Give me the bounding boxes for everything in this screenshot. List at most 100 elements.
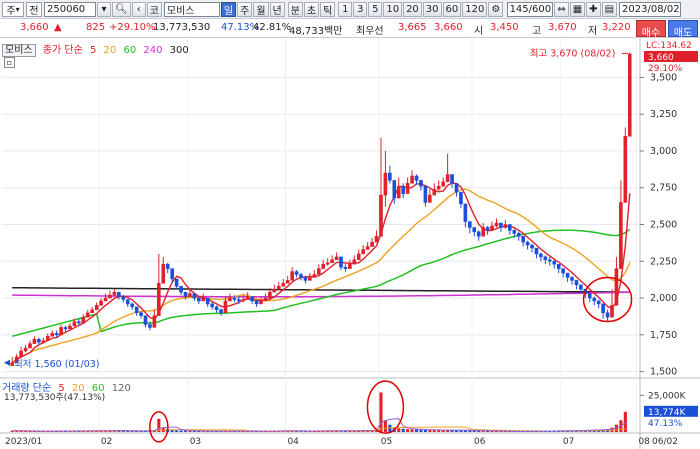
candle-body: [241, 299, 246, 302]
volume-bar: [463, 430, 467, 432]
volume-value-text: 13,773,530주(47.13%): [4, 393, 106, 403]
candle-body: [512, 230, 517, 234]
candle-body: [441, 181, 445, 187]
jeon-select[interactable]: 전: [26, 1, 42, 17]
best-quote-label: 최우선: [356, 26, 384, 37]
high-label: 고: [532, 26, 542, 37]
gear-icon: ⚙: [491, 3, 501, 15]
candle-body: [374, 236, 379, 243]
candle-body: [19, 350, 23, 358]
candle-body: [72, 321, 77, 327]
tab-second[interactable]: 초: [303, 1, 320, 17]
nav-prev-button[interactable]: ‹: [131, 1, 146, 17]
market-select-label: 주: [6, 5, 16, 17]
candle-body: [130, 303, 134, 308]
month-label: 08: [638, 437, 650, 447]
legend-ma-label: 종가 단순: [42, 45, 83, 56]
date-input[interactable]: 2023/08/02: [619, 1, 682, 17]
candle-body: [85, 312, 90, 318]
candle-body: [272, 288, 277, 293]
search-button[interactable]: 🔍︎: [112, 1, 131, 17]
amount-value: 48,733백만: [289, 26, 343, 37]
turnover-value: 42.81%: [253, 22, 292, 33]
code-value: 250060: [47, 3, 86, 15]
volume-bar: [401, 428, 405, 432]
stock-name-input[interactable]: 모비스: [163, 1, 220, 17]
legend-ma240: 240: [143, 45, 163, 56]
chart-legend: 모비스 종가 단순 5 20 60 240 300: [2, 41, 193, 57]
candle-body: [183, 291, 188, 297]
interval-1[interactable]: 1: [338, 1, 353, 17]
search-icon: 🔍︎: [115, 3, 128, 15]
candle-body: [192, 293, 197, 299]
legend-stock[interactable]: 모비스: [2, 44, 36, 57]
candle-body: [485, 227, 490, 231]
tab-period-year[interactable]: 년: [269, 1, 285, 17]
candle-body: [23, 347, 28, 352]
candle-body: [259, 300, 263, 305]
open-price: 3,450: [490, 22, 519, 33]
grid-button[interactable]: ▦: [569, 1, 586, 17]
code-input[interactable]: 250060: [44, 1, 96, 17]
stock-name: 모비스: [166, 5, 195, 17]
market-select[interactable]: 주 ▾: [2, 1, 24, 17]
candle-body: [570, 277, 574, 281]
tab-period-week[interactable]: 주: [237, 1, 253, 17]
change-value: 825: [86, 22, 106, 33]
calendar-button[interactable]: ▤: [601, 1, 618, 17]
ko-button[interactable]: 코: [146, 1, 162, 17]
tab-label: 틱: [323, 5, 333, 17]
candle-body: [410, 175, 414, 184]
candle-body: [561, 268, 565, 274]
candle-body: [330, 259, 334, 263]
candle-body: [472, 227, 477, 233]
volume-value: 13,773,530: [153, 22, 211, 33]
volume-axis-label: 25,000K: [648, 391, 686, 401]
interval-10[interactable]: 10: [383, 1, 403, 17]
candle-body: [396, 186, 401, 199]
interval-30[interactable]: 30: [422, 1, 442, 17]
change-pct-badge: 29.10%: [648, 64, 683, 74]
candle-body: [157, 283, 161, 316]
interval-20[interactable]: 20: [403, 1, 422, 17]
interval-120[interactable]: 120: [462, 1, 488, 17]
month-label: 02: [101, 437, 112, 447]
candle-body: [90, 309, 94, 314]
chart-settings-icon[interactable]: ▫: [4, 57, 15, 68]
high-annotation: 최고 3,670 (08/02): [530, 48, 616, 59]
page-counter[interactable]: 145/600: [507, 1, 554, 17]
month-label: 06: [474, 437, 486, 447]
volume-pct-badge: 47.13%: [648, 419, 683, 429]
candle-body: [614, 268, 619, 306]
candle-body: [530, 244, 534, 249]
month-label: 07: [563, 437, 574, 447]
volume-bar: [175, 430, 179, 432]
sell-button[interactable]: 매도: [668, 20, 698, 39]
interval-60[interactable]: 60: [442, 1, 462, 17]
lc-badge: LC:134.62: [646, 41, 692, 51]
interval-3[interactable]: 3: [353, 1, 368, 17]
tab-minute[interactable]: 분: [287, 1, 303, 17]
buy-button[interactable]: 매수: [636, 20, 666, 39]
candle-body: [112, 291, 117, 296]
month-label: 03: [190, 437, 201, 447]
month-label: 05: [381, 437, 392, 447]
axis-tick-label: 2,750: [650, 183, 677, 194]
candle-body: [139, 312, 143, 316]
tab-tick[interactable]: 틱: [320, 1, 336, 17]
candle-body: [321, 263, 326, 269]
cross-button[interactable]: ✚: [586, 1, 601, 17]
legend-ma300: 300: [169, 45, 189, 56]
settings-button[interactable]: ⚙: [488, 1, 504, 17]
interval-5[interactable]: 5: [368, 1, 383, 17]
candle-body: [268, 291, 272, 299]
tab-period-day[interactable]: 일: [220, 1, 237, 17]
zoom-button[interactable]: ⇔: [554, 1, 569, 17]
tab-period-month[interactable]: 월: [253, 1, 269, 17]
candle-body: [148, 324, 152, 328]
candle-body: [308, 277, 312, 281]
candle-body: [619, 202, 623, 269]
dropdown-button[interactable]: ▾: [97, 1, 111, 17]
candle-body: [596, 300, 601, 305]
candle-body: [392, 180, 397, 199]
